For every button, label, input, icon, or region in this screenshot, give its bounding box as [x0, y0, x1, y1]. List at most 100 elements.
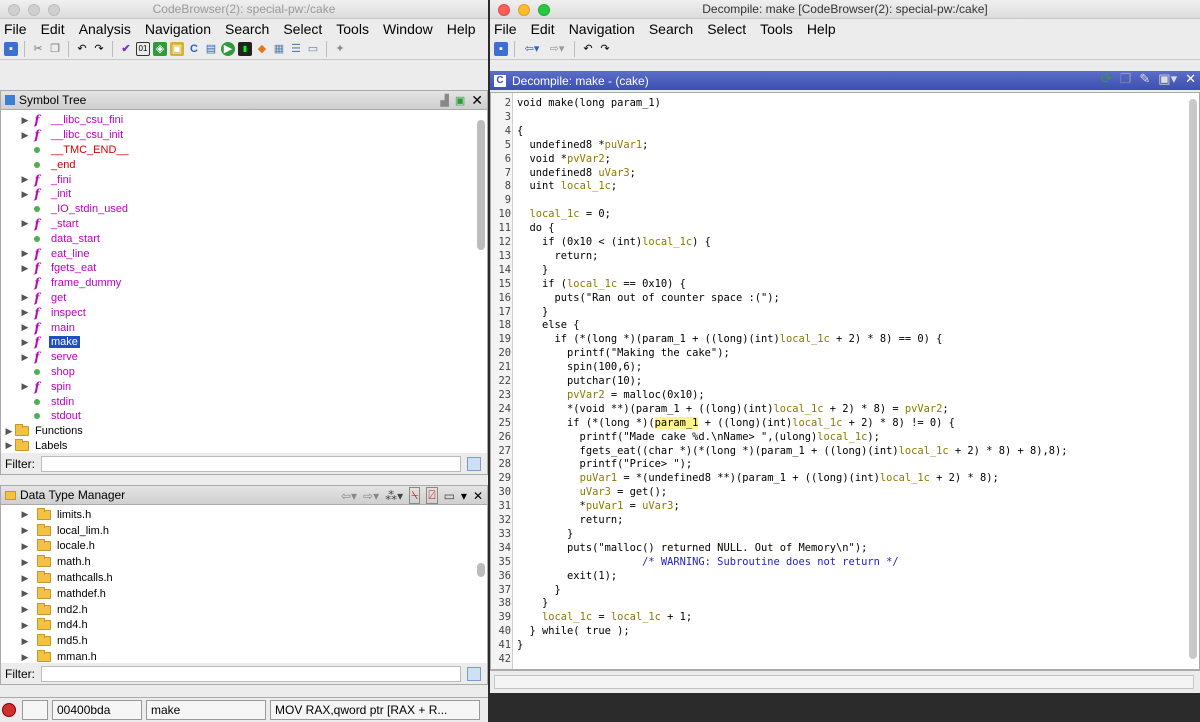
collapse-icon[interactable]: ▭: [444, 489, 455, 503]
data-type-item[interactable]: ▶ math.h: [1, 554, 487, 570]
run-icon[interactable]: ▶: [221, 41, 235, 56]
expand-arrow-icon[interactable]: ▶: [19, 130, 31, 141]
list-icon[interactable]: ☰: [289, 42, 303, 56]
expand-arrow-icon[interactable]: ▶: [19, 337, 31, 348]
menu-item-analysis[interactable]: Analysis: [79, 21, 131, 37]
menu-item-navigation[interactable]: Navigation: [569, 21, 635, 37]
symbol-tree-item[interactable]: ▶ f __libc_csu_fini: [1, 113, 487, 128]
data-type-scrollbar[interactable]: [477, 563, 485, 577]
copy-icon[interactable]: ❐: [1120, 71, 1132, 87]
snapshot-icon[interactable]: ▣▾: [1158, 71, 1177, 87]
expand-arrow-icon[interactable]: ▶: [19, 248, 31, 259]
close-panel-icon[interactable]: ✕: [1185, 71, 1196, 87]
symbol-tree-item[interactable]: f frame_dummy: [1, 276, 487, 291]
chevron-down-icon[interactable]: ▾: [461, 489, 467, 503]
data-type-item[interactable]: ▶ local_lim.h: [1, 523, 487, 539]
symbol-tree-item[interactable]: ▶ f _init: [1, 187, 487, 202]
symbol-tree-item[interactable]: __TMC_END__: [1, 143, 487, 158]
data-type-tree[interactable]: ▶ limits.h ▶ local_lim.h ▶ locale.h ▶ math.h ▶ ma…: [0, 505, 488, 663]
refresh-icon[interactable]: ⟳: [1101, 71, 1112, 87]
undo-icon[interactable]: ↶: [581, 42, 595, 56]
checkmark-icon[interactable]: ✔: [119, 42, 133, 56]
expand-arrow-icon[interactable]: ▶: [19, 174, 31, 185]
data-type-item[interactable]: ▶ mathcalls.h: [1, 570, 487, 586]
expand-arrow-icon[interactable]: ▶: [19, 115, 31, 126]
window-icon[interactable]: ▭: [306, 42, 320, 56]
minimize-window-icon[interactable]: [518, 4, 530, 16]
data-type-item[interactable]: ▶ mman.h: [1, 649, 487, 663]
symbol-tree-item[interactable]: ▶ f make: [1, 335, 487, 350]
menu-item-navigation[interactable]: Navigation: [145, 21, 211, 37]
symbol-tree-item[interactable]: stdin: [1, 394, 487, 409]
expand-arrow-icon[interactable]: ▶: [19, 620, 31, 631]
expand-arrow-icon[interactable]: ▶: [19, 573, 31, 584]
menu-item-edit[interactable]: Edit: [41, 21, 65, 37]
close-panel-icon[interactable]: ✕: [473, 489, 483, 503]
binary-icon[interactable]: 01: [136, 41, 150, 56]
expand-arrow-icon[interactable]: ▶: [3, 426, 15, 437]
expand-arrow-icon[interactable]: ▶: [19, 381, 31, 392]
data-type-item[interactable]: ▶ md5.h: [1, 633, 487, 649]
back-arrow-icon[interactable]: ⇦▾: [341, 489, 357, 503]
data-type-filter-input[interactable]: [41, 665, 461, 682]
save-icon[interactable]: ▪: [4, 41, 18, 56]
expand-arrow-icon[interactable]: ▶: [19, 263, 31, 274]
data-type-item[interactable]: ▶ md2.h: [1, 602, 487, 618]
symbol-tree-item[interactable]: data_start: [1, 231, 487, 246]
minimize-window-icon[interactable]: [28, 4, 40, 16]
symbol-tree-item[interactable]: ▶ f get: [1, 291, 487, 306]
diamond-icon[interactable]: ◆: [255, 42, 269, 56]
menu-item-help[interactable]: Help: [447, 21, 476, 37]
copy-icon[interactable]: ❐: [48, 42, 62, 56]
menu-item-window[interactable]: Window: [383, 21, 433, 37]
redo-icon[interactable]: ↷: [92, 42, 106, 56]
symbol-tree-scrollbar[interactable]: [477, 120, 485, 250]
zoom-window-icon[interactable]: [48, 4, 60, 16]
data-type-item[interactable]: ▶ limits.h: [1, 507, 487, 523]
redo-icon[interactable]: ↷: [598, 42, 612, 56]
archive-icon[interactable]: ⁂▾: [385, 489, 403, 503]
edit-icon[interactable]: ✎: [1139, 71, 1150, 87]
data-type-item[interactable]: ▶ mathdef.h: [1, 586, 487, 602]
expand-arrow-icon[interactable]: ▶: [19, 322, 31, 333]
expand-arrow-icon[interactable]: ▶: [19, 636, 31, 647]
decompiled-code-view[interactable]: 2 void make(long param_1) 3 4{5 undefined8 …: [490, 92, 1200, 670]
expand-arrow-icon[interactable]: ▶: [19, 307, 31, 318]
symbol-tree-item[interactable]: ▶ f eat_line: [1, 246, 487, 261]
undo-icon[interactable]: ↶: [75, 42, 89, 56]
console-icon[interactable]: ▮: [238, 41, 252, 56]
symbol-tree-item[interactable]: ▶ f spin: [1, 379, 487, 394]
filter-options-icon[interactable]: [467, 666, 481, 681]
menu-item-file[interactable]: File: [494, 21, 517, 37]
expand-arrow-icon[interactable]: ▶: [19, 352, 31, 363]
function-graph-icon[interactable]: C: [187, 42, 201, 56]
bookmark-icon[interactable]: ▣: [170, 41, 184, 56]
menu-item-edit[interactable]: Edit: [531, 21, 555, 37]
symbol-tree-item[interactable]: ▶ f fgets_eat: [1, 261, 487, 276]
menu-item-search[interactable]: Search: [649, 21, 693, 37]
filter-pointers-icon[interactable]: ⍁: [426, 487, 438, 504]
left-window-titlebar[interactable]: CodeBrowser(2): special-pw:/cake: [0, 0, 488, 19]
data-type-item[interactable]: ▶ md4.h: [1, 618, 487, 634]
symbol-tree-item[interactable]: stdout: [1, 409, 487, 424]
expand-arrow-icon[interactable]: ▶: [19, 557, 31, 568]
close-window-icon[interactable]: [498, 4, 510, 16]
symbol-tree-folder[interactable]: ▶ Labels: [1, 438, 487, 453]
symbol-tree-item[interactable]: ▶ f serve: [1, 350, 487, 365]
import-icon[interactable]: ▟: [440, 94, 448, 107]
symbol-tree-item[interactable]: ▶ f inspect: [1, 305, 487, 320]
expand-arrow-icon[interactable]: ▶: [19, 292, 31, 303]
expand-arrow-icon[interactable]: ▶: [19, 588, 31, 599]
symbol-tree[interactable]: ▶ f __libc_csu_fini ▶ f __libc_csu_init __TMC_…: [0, 110, 488, 453]
forward-arrow-icon[interactable]: ⇨▾: [363, 489, 379, 503]
expand-arrow-icon[interactable]: ▶: [19, 525, 31, 536]
memory-icon[interactable]: ◈: [153, 41, 167, 56]
expand-arrow-icon[interactable]: ▶: [19, 218, 31, 229]
symbol-tree-item[interactable]: ▶ f _fini: [1, 172, 487, 187]
expand-arrow-icon[interactable]: ▶: [19, 604, 31, 615]
filter-options-icon[interactable]: [467, 456, 481, 471]
data-icon[interactable]: ▤: [204, 42, 218, 56]
symbol-tree-item[interactable]: ▶ f main: [1, 320, 487, 335]
menu-item-search[interactable]: Search: [225, 21, 269, 37]
menu-item-select[interactable]: Select: [283, 21, 322, 37]
